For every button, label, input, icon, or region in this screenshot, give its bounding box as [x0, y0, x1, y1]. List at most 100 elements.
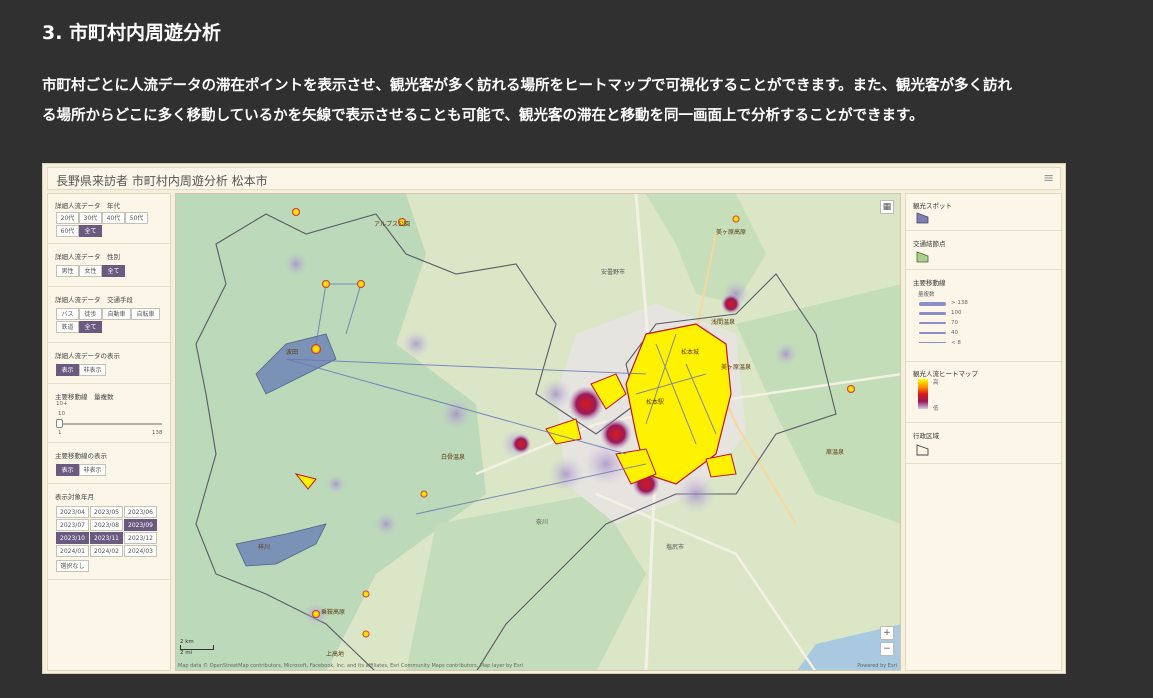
app-header: 長野県来訪者 市町村内周遊分析 松本市 ≡ — [47, 167, 1061, 190]
month-2023-12[interactable]: 2023/12 — [124, 532, 157, 544]
map-label: アルプス公園 — [374, 221, 410, 228]
month-2023-08[interactable]: 2023/08 — [90, 519, 123, 531]
map-label: 安曇野市 — [601, 268, 625, 276]
movement-line-swatch — [919, 322, 946, 324]
movement-line-swatch — [919, 332, 946, 334]
map-label: 上高地 — [326, 650, 344, 658]
map-label: 扉温泉 — [826, 448, 844, 456]
age-option-60[interactable]: 60代 — [56, 225, 79, 237]
movement-display-show[interactable]: 表示 — [56, 464, 79, 476]
filter-gender: 詳細人流データ 性別 男性 女性 全て — [48, 245, 172, 287]
movement-display-hide[interactable]: 非表示 — [79, 464, 106, 476]
month-2023-06[interactable]: 2023/06 — [124, 506, 157, 518]
age-option-30[interactable]: 30代 — [79, 212, 102, 224]
movement-line-swatch — [919, 302, 946, 306]
legend-transit: 交通結節点 — [906, 232, 1063, 270]
basemap-toggle-button[interactable]: ▦ — [880, 200, 894, 214]
movement-count-track[interactable] — [58, 423, 162, 425]
filter-detail-display-label: 詳細人流データの表示 — [55, 352, 120, 360]
age-option-50[interactable]: 50代 — [125, 212, 148, 224]
filter-age: 詳細人流データ 年代 20代 30代 40代 50代 60代 全て — [48, 194, 172, 244]
section-description: 市町村ごとに人流データの滞在ポイントを表示させ、観光客が多く訪れる場所をヒートマ… — [42, 71, 1122, 131]
month-2023-05[interactable]: 2023/05 — [90, 506, 123, 518]
legend-boundary: 行政区域 — [906, 424, 1063, 464]
section-desc-line2: る場所からどこに多く移動しているかを矢線で表示させることも可能で、観光客の滞在と… — [42, 108, 924, 124]
movement-legend-item: 100 — [951, 310, 962, 316]
map-label: 浅間温泉 — [711, 318, 735, 326]
filter-movement-count: 主要移動線 量複数 10+ 10 1 138 — [48, 385, 172, 443]
heatmap-color-ramp — [918, 379, 928, 409]
filter-movement-count-label: 主要移動線 量複数 — [55, 393, 114, 401]
legend-panel: 観光スポット 交通結節点 主要移動線 量複数 > 138 100 70 40 <… — [905, 193, 1063, 671]
movement-count-sublabel: 10+ — [56, 401, 68, 407]
detail-display-show[interactable]: 表示 — [56, 364, 79, 376]
gender-option-all[interactable]: 全て — [102, 265, 125, 277]
movement-count-min: 1 — [58, 430, 62, 436]
filter-movement-display: 主要移動線の表示 表示 非表示 — [48, 444, 172, 484]
month-2023-04[interactable]: 2023/04 — [56, 506, 89, 518]
month-2023-07[interactable]: 2023/07 — [56, 519, 89, 531]
map-label: 梓川 — [258, 543, 270, 551]
app-screenshot: 長野県来訪者 市町村内周遊分析 松本市 ≡ 詳細人流データ 年代 20代 30代… — [42, 163, 1066, 674]
age-option-20[interactable]: 20代 — [56, 212, 79, 224]
month-clear-button[interactable]: 選択なし — [56, 560, 89, 572]
map-label: 奈川 — [536, 518, 548, 526]
map-view[interactable]: アルプス公園 松本城 松本駅 美ヶ原高原 白骨温泉 浅間温泉 扉温泉 美ヶ原温泉… — [175, 193, 901, 671]
filter-panel: 詳細人流データ 年代 20代 30代 40代 50代 60代 全て 詳細人流デー… — [47, 193, 172, 671]
heatmap-low-label: 低 — [933, 406, 939, 412]
movement-legend-item: < 8 — [951, 340, 961, 346]
map-label: 美ヶ原高原 — [716, 228, 746, 236]
movement-count-slider[interactable] — [56, 419, 63, 428]
month-2024-02[interactable]: 2024/02 — [90, 545, 123, 557]
filter-age-label: 詳細人流データ 年代 — [55, 202, 120, 210]
hamburger-icon[interactable]: ≡ — [1043, 171, 1054, 186]
filter-months-label: 表示対象年月 — [55, 493, 94, 501]
age-option-40[interactable]: 40代 — [102, 212, 125, 224]
boundary-symbol-icon — [916, 444, 929, 456]
month-2024-01[interactable]: 2024/01 — [56, 545, 89, 557]
section-title: 3. 市町村内周遊分析 — [42, 22, 222, 44]
map-label: 波田 — [286, 348, 298, 356]
transport-option-bicycle[interactable]: 自転車 — [131, 308, 160, 320]
movement-legend-item: > 138 — [951, 300, 968, 306]
heatmap-high-label: 高 — [933, 380, 939, 386]
transport-option-rail[interactable]: 鉄道 — [56, 321, 79, 333]
map-label: 松本城 — [681, 348, 699, 356]
transit-symbol-icon — [916, 251, 929, 263]
legend-spot: 観光スポット — [906, 194, 1063, 231]
movement-line-swatch — [919, 342, 946, 343]
gender-option-female[interactable]: 女性 — [79, 265, 102, 277]
transport-option-all[interactable]: 全て — [79, 321, 102, 333]
month-2024-03[interactable]: 2024/03 — [124, 545, 157, 557]
legend-heatmap: 観光人流ヒートマップ 高 低 — [906, 363, 1063, 423]
filter-detail-display: 詳細人流データの表示 表示 非表示 — [48, 344, 172, 384]
month-2023-11[interactable]: 2023/11 — [90, 532, 123, 544]
map-label: 乗鞍高原 — [321, 608, 345, 616]
month-2023-10[interactable]: 2023/10 — [56, 532, 89, 544]
spot-symbol-icon — [916, 212, 929, 224]
age-option-all[interactable]: 全て — [79, 225, 102, 237]
map-label: 白骨温泉 — [441, 453, 465, 461]
filter-movement-display-label: 主要移動線の表示 — [55, 452, 107, 460]
gender-option-male[interactable]: 男性 — [56, 265, 79, 277]
month-2023-09[interactable]: 2023/09 — [124, 519, 157, 531]
transport-option-bus[interactable]: バス — [56, 308, 79, 320]
zoom-in-button[interactable]: + — [880, 626, 894, 640]
filter-transport: 詳細人流データ 交通手段 バス 徒歩 自動車 自転車 鉄道 全て — [48, 288, 172, 343]
transport-option-walk[interactable]: 徒歩 — [79, 308, 102, 320]
scale-bar: 2 km 2 mi — [180, 639, 214, 656]
section-desc-line1: 市町村ごとに人流データの滞在ポイントを表示させ、観光客が多く訪れる場所をヒートマ… — [42, 78, 1013, 94]
zoom-out-button[interactable]: − — [880, 642, 894, 656]
scale-mi: 2 mi — [180, 650, 193, 656]
movement-legend-item: 40 — [951, 330, 958, 336]
app-title: 長野県来訪者 市町村内周遊分析 松本市 — [56, 174, 268, 188]
legend-transit-title: 交通結節点 — [913, 240, 946, 248]
movement-line-swatch — [919, 312, 946, 315]
movement-legend-item: 70 — [951, 320, 958, 326]
filter-transport-label: 詳細人流データ 交通手段 — [55, 296, 133, 304]
filter-months: 表示対象年月 2023/04 2023/05 2023/06 2023/07 2… — [48, 485, 172, 580]
map-canvas[interactable]: アルプス公園 松本城 松本駅 美ヶ原高原 白骨温泉 浅間温泉 扉温泉 美ヶ原温泉… — [176, 194, 901, 671]
legend-heatmap-title: 観光人流ヒートマップ — [913, 370, 978, 378]
transport-option-car[interactable]: 自動車 — [102, 308, 131, 320]
detail-display-hide[interactable]: 非表示 — [79, 364, 106, 376]
